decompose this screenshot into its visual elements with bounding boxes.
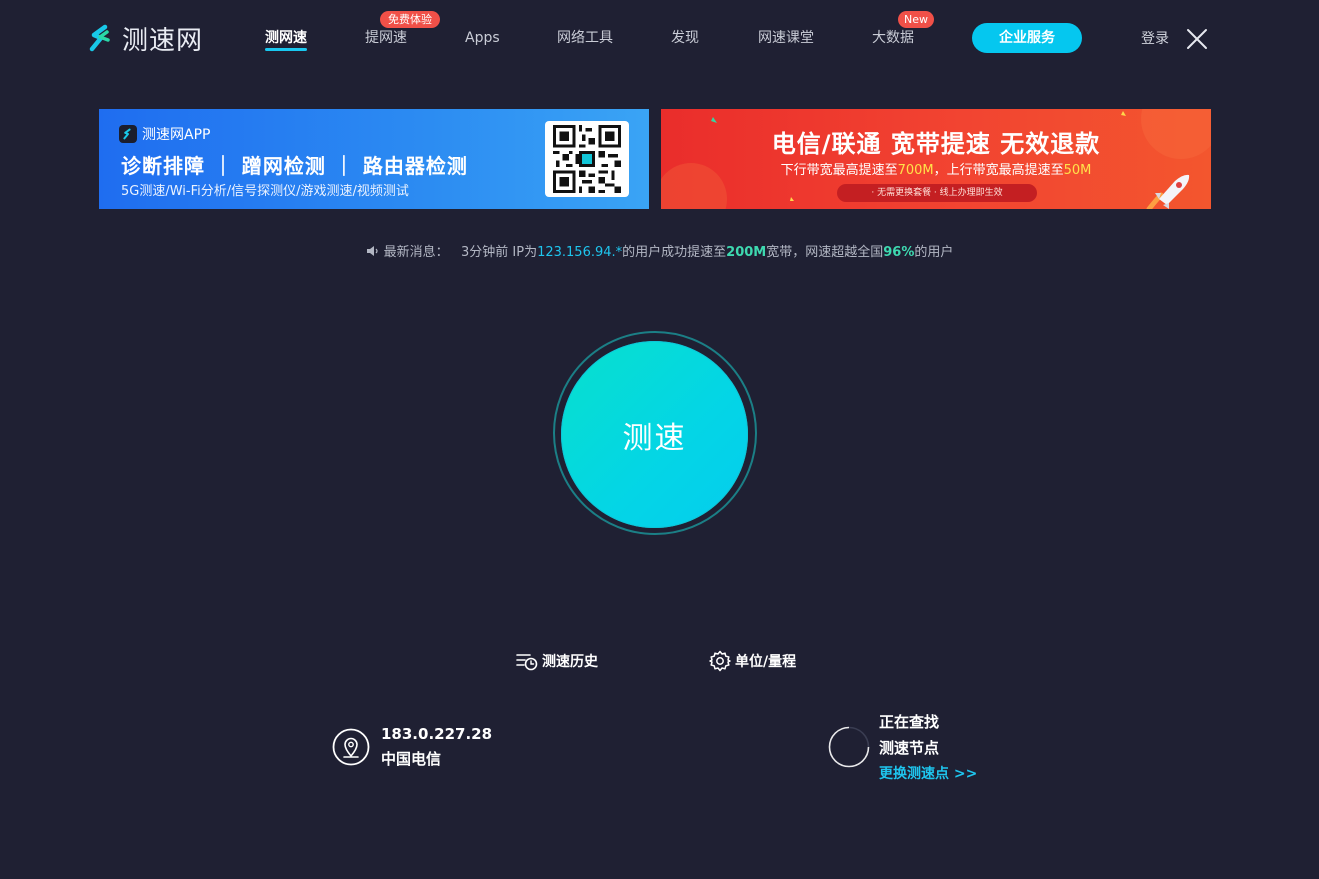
rocket-icon (1146, 174, 1190, 209)
server-text: 正在查找 测速节点 更换测速点 >> (879, 712, 977, 784)
client-text: 183.0.227.28 中国电信 (381, 724, 492, 769)
news-mid2: 宽带，网速超越全国 (766, 245, 884, 260)
broadband-promo-banner[interactable]: 电信/联通 宽带提速 无效退款 下行带宽最高提速至700M，上行带宽最高提速至5… (661, 109, 1211, 209)
app-subtitle: 5G测速/Wi-Fi分析/信号探测仪/游戏测速/视频测试 (121, 184, 409, 199)
brand-name: 测速网 (122, 25, 204, 56)
new-badge: New (898, 11, 934, 28)
promo-subtitle: 下行带宽最高提速至700M，上行带宽最高提速至50M (661, 159, 1211, 178)
nav-item-discover[interactable]: 发现 (671, 28, 699, 48)
speedtest-history-button[interactable]: 测速历史 (516, 650, 598, 672)
site-logo[interactable]: 测速网 (86, 22, 204, 56)
location-pin-icon (332, 728, 370, 765)
promo-down-speed: 700M (897, 163, 934, 178)
app-banner-header: 测速网APP (119, 124, 210, 144)
news-mid: 的用户成功提速至 (622, 245, 727, 260)
start-button-label: 测速 (622, 420, 687, 456)
speaker-icon (366, 246, 378, 256)
promo-sub-mid: ，上行带宽最高提速至 (933, 163, 1064, 178)
client-ip: 183.0.227.28 (381, 725, 493, 743)
app-logo-icon (119, 125, 137, 143)
nav-item-label: Apps (465, 30, 500, 46)
news-time: 3分钟前 IP为 (461, 245, 538, 260)
top-header: 测速网 测网速 提网速 免费体验 Apps 网络工具 发现 网速课堂 大数据 N… (0, 0, 1319, 76)
nav-item-speed-up[interactable]: 提网速 (365, 28, 407, 48)
free-trial-badge: 免费体验 (380, 11, 440, 28)
client-isp: 中国电信 (381, 750, 442, 768)
server-status-line1: 正在查找 (879, 713, 940, 731)
history-icon (516, 654, 538, 671)
login-link[interactable]: 登录 (1141, 28, 1169, 48)
qr-code-icon (545, 121, 629, 197)
news-ticker: 最新消息： 3分钟前 IP为123.156.94.*的用户成功提速至200M宽带… (0, 241, 1319, 260)
nav-item-apps[interactable]: Apps (465, 28, 500, 48)
nav-item-network-tools[interactable]: 网络工具 (557, 28, 613, 48)
news-label: 最新消息： (383, 245, 449, 260)
nav-item-big-data[interactable]: 大数据 (872, 28, 914, 48)
client-info: 183.0.227.28 中国电信 (332, 724, 492, 769)
news-percent: 96% (883, 245, 915, 260)
promo-benefits-pill: · 无需更换套餐 · 线上办理即生效 (837, 184, 1037, 202)
close-icon[interactable] (1186, 28, 1208, 50)
nav-item-label: 发现 (671, 30, 699, 46)
nav-item-label: 提网速 (365, 30, 407, 46)
gear-icon (709, 650, 731, 672)
nav-item-label: 测网速 (265, 30, 307, 46)
nav-item-speedtest[interactable]: 测网速 (265, 28, 307, 51)
change-server-link[interactable]: 更换测速点 >> (879, 764, 977, 784)
speedtest-logo-icon (89, 24, 110, 52)
units-range-button[interactable]: 单位/量程 (709, 650, 796, 672)
news-suffix: 的用户 (914, 245, 954, 260)
units-label: 单位/量程 (735, 654, 797, 670)
app-name: 测速网APP (142, 127, 211, 143)
promo-up-speed: 50M (1063, 163, 1092, 178)
nav-item-label: 网速课堂 (758, 30, 814, 46)
nav-item-label: 网络工具 (557, 30, 613, 46)
start-speedtest-button[interactable]: 测速 (561, 341, 748, 528)
news-speed: 200M (726, 245, 767, 260)
server-status-line2: 测速节点 (879, 739, 940, 757)
nav-item-label: 大数据 (872, 30, 914, 46)
loading-spinner-icon (828, 726, 870, 768)
nav-item-speed-class[interactable]: 网速课堂 (758, 28, 814, 48)
active-tab-underline (265, 48, 307, 51)
history-label: 测速历史 (542, 654, 598, 670)
promo-title: 电信/联通 宽带提速 无效退款 (771, 130, 1101, 158)
news-ip: 123.156.94.* (537, 245, 623, 260)
app-promo-banner[interactable]: 测速网APP 诊断排障 ｜ 蹭网检测 ｜ 路由器检测 5G测速/Wi-Fi分析/… (99, 109, 649, 209)
app-features: 诊断排障 ｜ 蹭网检测 ｜ 路由器检测 (121, 154, 468, 178)
promo-sub-prefix: 下行带宽最高提速至 (780, 163, 898, 178)
enterprise-service-button[interactable]: 企业服务 (972, 23, 1082, 53)
